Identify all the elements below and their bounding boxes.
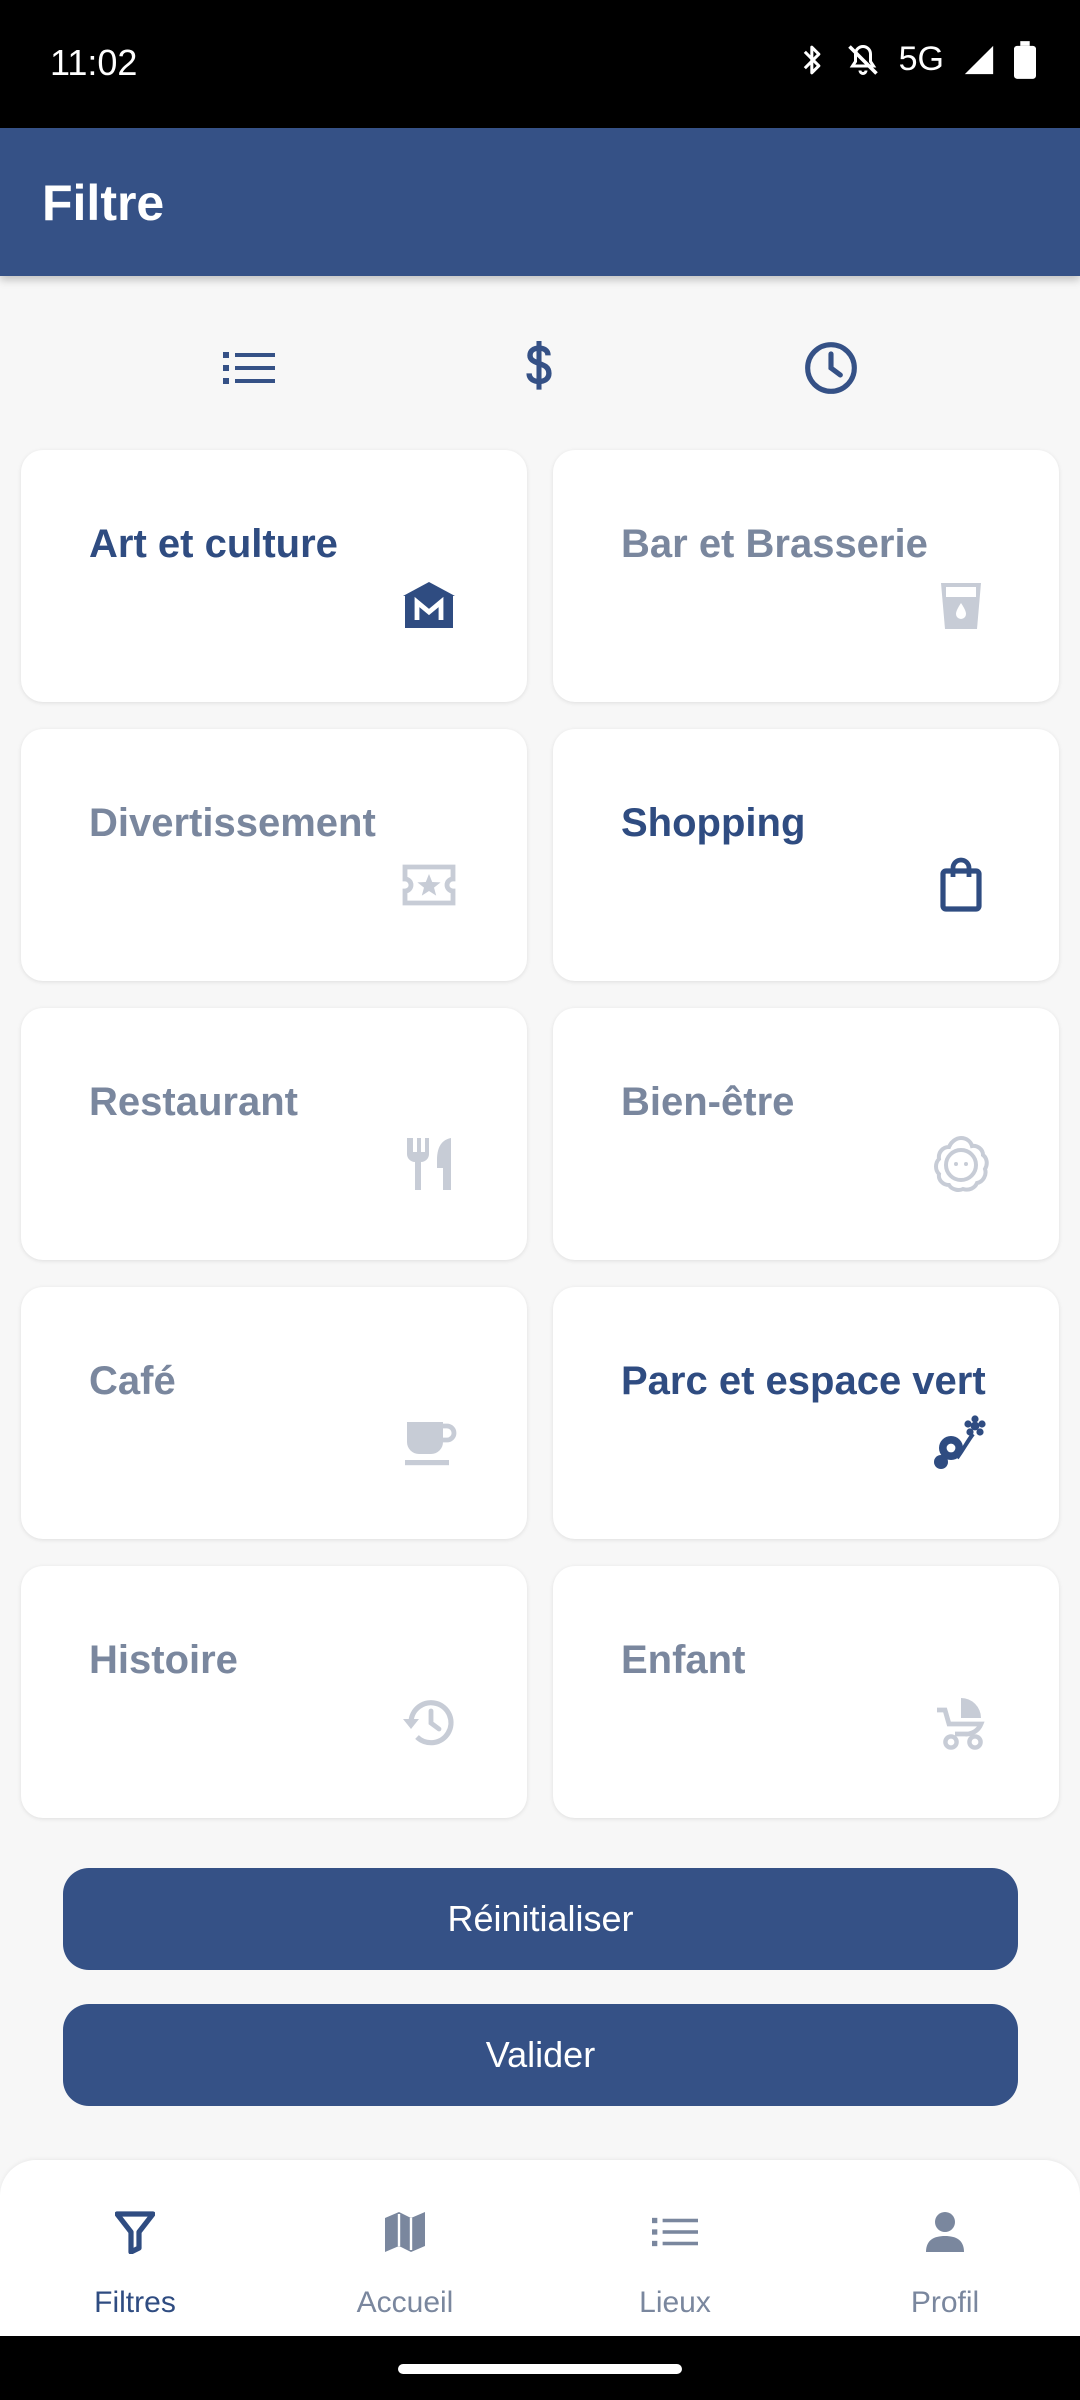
category-card-parc-espace-vert[interactable]: Parc et espace vert <box>553 1287 1059 1539</box>
notifications-off-icon <box>845 41 881 79</box>
category-label: Shopping <box>621 801 806 845</box>
category-card-divertissement[interactable]: Divertissement <box>21 729 527 981</box>
network-label: 5G <box>898 40 944 78</box>
list-icon <box>540 2204 810 2260</box>
reset-button[interactable]: Réinitialiser <box>63 1868 1018 1970</box>
battery-icon <box>1014 40 1036 79</box>
category-card-histoire[interactable]: Histoire <box>21 1566 527 1818</box>
category-card-bar-brasserie[interactable]: Bar et Brasserie <box>553 450 1059 702</box>
category-label: Divertissement <box>89 801 376 845</box>
ticket-icon <box>397 853 461 917</box>
stroller-icon <box>929 1690 993 1754</box>
category-card-enfant[interactable]: Enfant <box>553 1566 1059 1818</box>
bottom-nav: Filtres Accueil Lieux Profil <box>0 2160 1080 2336</box>
signal-icon <box>962 43 996 77</box>
validate-button[interactable]: Valider <box>63 2004 1018 2106</box>
home-gesture-handle[interactable] <box>398 2364 682 2374</box>
category-card-bien-etre[interactable]: Bien-être <box>553 1008 1059 1260</box>
nav-label: Filtres <box>94 2286 176 2319</box>
nav-label: Profil <box>910 2286 980 2319</box>
nav-label: Lieux <box>639 2286 711 2319</box>
nav-item-filtres[interactable]: Filtres <box>0 2160 270 2336</box>
page-title: Filtre <box>42 175 165 231</box>
dollar-icon <box>521 340 557 400</box>
status-bar: 11:02 5G <box>0 0 1080 128</box>
tab-hours[interactable] <box>791 330 871 410</box>
museum-icon <box>397 574 461 638</box>
coffee-icon <box>397 1411 461 1475</box>
bluetooth-icon <box>799 41 827 79</box>
category-label: Parc et espace vert <box>621 1359 986 1403</box>
filter-icon <box>0 2204 270 2260</box>
nav-item-accueil[interactable]: Accueil <box>270 2160 540 2336</box>
category-card-restaurant[interactable]: Restaurant <box>21 1008 527 1260</box>
list-icon <box>223 348 275 393</box>
utensils-icon <box>397 1132 461 1196</box>
category-label: Restaurant <box>89 1080 298 1124</box>
filter-tabs <box>0 330 1080 410</box>
gesture-bar <box>0 2336 1080 2400</box>
category-label: Histoire <box>89 1638 238 1682</box>
category-card-cafe[interactable]: Café <box>21 1287 527 1539</box>
map-icon <box>270 2204 540 2260</box>
clock-icon <box>803 340 859 401</box>
shopping-bag-icon <box>929 853 993 917</box>
category-label: Bar et Brasserie <box>621 522 928 566</box>
nav-item-lieux[interactable]: Lieux <box>540 2160 810 2336</box>
category-card-shopping[interactable]: Shopping <box>553 729 1059 981</box>
status-time: 11:02 <box>50 42 138 83</box>
spa-icon <box>929 1132 993 1196</box>
history-icon <box>397 1690 461 1754</box>
app-bar: Filtre <box>0 128 1080 276</box>
tab-category-list[interactable] <box>209 330 289 410</box>
drink-icon <box>929 574 993 638</box>
category-label: Café <box>89 1359 176 1403</box>
nav-item-profil[interactable]: Profil <box>810 2160 1080 2336</box>
nav-label: Accueil <box>356 2286 454 2319</box>
category-label: Bien-être <box>621 1080 795 1124</box>
category-card-art-culture[interactable]: Art et culture <box>21 450 527 702</box>
category-label: Art et culture <box>89 522 338 566</box>
category-label: Enfant <box>621 1638 746 1682</box>
tab-price[interactable] <box>499 330 579 410</box>
flowers-icon <box>929 1411 993 1475</box>
status-icons: 5G <box>799 40 1036 79</box>
person-icon <box>810 2204 1080 2260</box>
